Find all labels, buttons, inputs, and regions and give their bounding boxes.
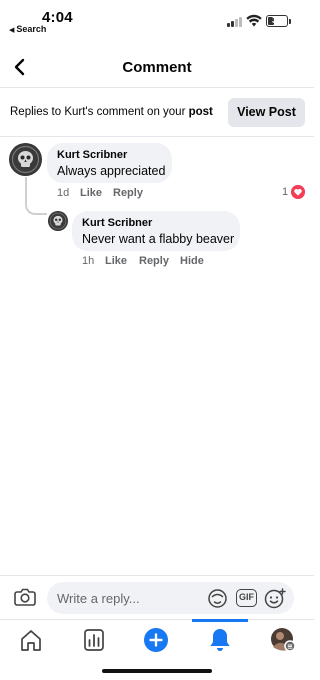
comment-author-name[interactable]: Kurt Scribner [57, 149, 127, 161]
context-text-prefix: Replies to Kurt's comment on your [10, 106, 189, 118]
comment-text: Always appreciated [57, 164, 166, 178]
gif-icon[interactable]: GIF [236, 589, 257, 607]
comment-time[interactable]: 1d [57, 187, 69, 199]
skull-avatar-icon [48, 211, 68, 231]
comment-reply-button[interactable]: Reply [113, 187, 143, 199]
battery-level: 35 [271, 15, 282, 25]
context-bar: Replies to Kurt's comment on your post V… [0, 89, 314, 137]
notifications-bell-icon[interactable] [203, 626, 237, 654]
love-reaction-icon [291, 185, 305, 199]
header: Comment [0, 48, 314, 88]
camera-icon[interactable] [14, 587, 36, 607]
reply-reply-button[interactable]: Reply [139, 255, 169, 267]
reaction-count: 1 [282, 186, 289, 198]
reply-composer: GIF [0, 575, 314, 619]
profile-avatar[interactable] [266, 626, 300, 654]
profile-photo [271, 628, 296, 652]
reply-bubble[interactable]: Kurt Scribner Never want a flabby beaver [72, 211, 240, 251]
emoji-icon[interactable] [264, 588, 286, 609]
comment-like-button[interactable]: Like [80, 187, 102, 199]
reply-hide-button[interactable]: Hide [180, 255, 204, 267]
reply-like-button[interactable]: Like [105, 255, 127, 267]
thread-connector-line [25, 177, 47, 215]
battery-nub [289, 19, 291, 24]
home-indicator [102, 669, 212, 673]
avatar-sticker-icon[interactable] [207, 588, 228, 609]
home-icon[interactable] [14, 626, 48, 654]
reply-time[interactable]: 1h [82, 255, 94, 267]
reply-author-avatar[interactable] [48, 211, 68, 231]
back-triangle-icon: ◀ [9, 27, 15, 34]
context-text-post: post [188, 106, 213, 118]
create-plus-icon[interactable] [139, 626, 173, 654]
view-post-button[interactable]: View Post [228, 98, 305, 127]
active-tab-indicator [192, 619, 248, 622]
status-time: 4:04 [42, 9, 73, 26]
status-back-to-search[interactable]: ◀ Search [9, 24, 46, 34]
skull-avatar-icon [9, 143, 42, 176]
cellular-signal-icon [227, 17, 243, 27]
comment-author-avatar[interactable] [9, 143, 42, 176]
dashboard-icon[interactable] [77, 626, 111, 654]
status-bar: 4:04 ◀ Search 35 [0, 0, 314, 38]
reply-author-name[interactable]: Kurt Scribner [82, 217, 152, 229]
page-title: Comment [122, 59, 192, 76]
wifi-icon [246, 14, 262, 27]
context-text: Replies to Kurt's comment on your post [10, 106, 213, 118]
status-back-label: Search [16, 24, 47, 34]
comment-bubble[interactable]: Kurt Scribner Always appreciated [47, 143, 172, 183]
battery-icon: 35 [266, 15, 288, 27]
reply-text: Never want a flabby beaver [82, 232, 235, 246]
